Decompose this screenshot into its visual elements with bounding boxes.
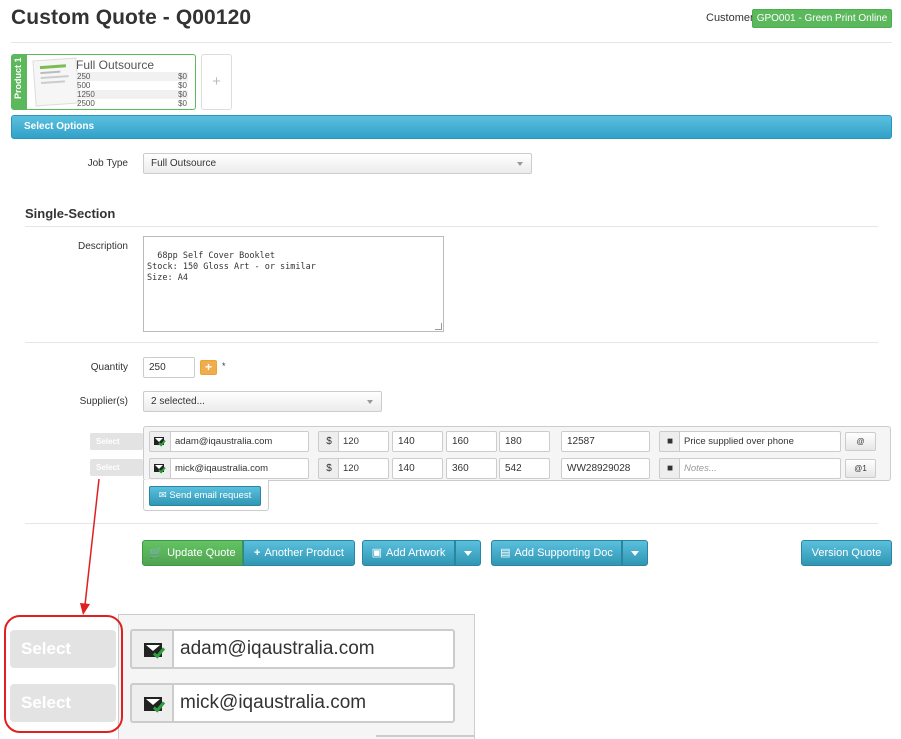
annotation-arrow — [80, 478, 100, 615]
